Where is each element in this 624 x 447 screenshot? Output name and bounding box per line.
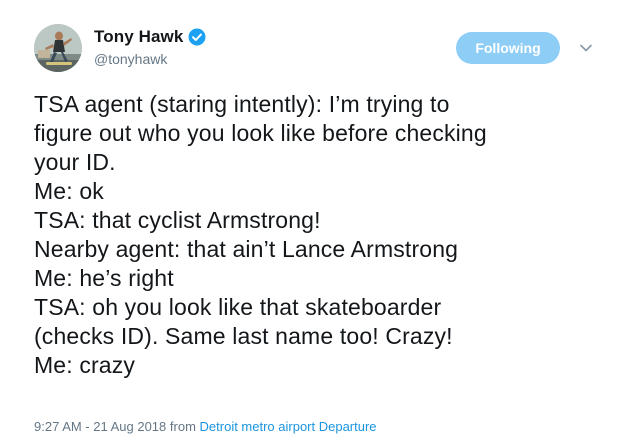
tweet-line: Me: he’s right (34, 265, 174, 291)
tweet-line: TSA: oh you look like that skateboarder (34, 294, 442, 320)
tweet-line: Nearby agent: that ain’t Lance Armstrong (34, 236, 459, 262)
tweet-text: TSA agent (staring intently): I’m trying… (34, 90, 614, 380)
following-button[interactable]: Following (456, 32, 560, 64)
verified-badge-icon (188, 28, 206, 46)
chevron-down-icon[interactable] (578, 40, 594, 56)
tweet-line: Me: ok (34, 178, 104, 204)
tweet-line: your ID. (34, 149, 116, 175)
display-name-row: Tony Hawk (94, 26, 206, 48)
tweet-line: TSA agent (staring intently): I’m trying… (34, 91, 450, 117)
from-label: from (169, 419, 196, 434)
timestamp[interactable]: 9:27 AM - 21 Aug 2018 (34, 419, 166, 434)
tweet-line: TSA: that cyclist Armstrong! (34, 207, 321, 233)
display-name[interactable]: Tony Hawk (94, 27, 183, 47)
tweet-line: figure out who you look like before chec… (34, 120, 487, 146)
avatar[interactable] (34, 24, 82, 72)
avatar-image (34, 24, 82, 72)
tweet-meta: 9:27 AM - 21 Aug 2018 from Detroit metro… (34, 419, 377, 434)
user-info: Tony Hawk @tonyhawk (94, 26, 206, 67)
tweet-line: Me: crazy (34, 352, 136, 378)
tweet-line: (checks ID). Same last name too! Crazy! (34, 323, 453, 349)
source-link[interactable]: Detroit metro airport Departure (200, 419, 377, 434)
user-handle[interactable]: @tonyhawk (94, 51, 206, 67)
tweet-card: Tony Hawk @tonyhawk Following TSA agent … (0, 0, 624, 447)
